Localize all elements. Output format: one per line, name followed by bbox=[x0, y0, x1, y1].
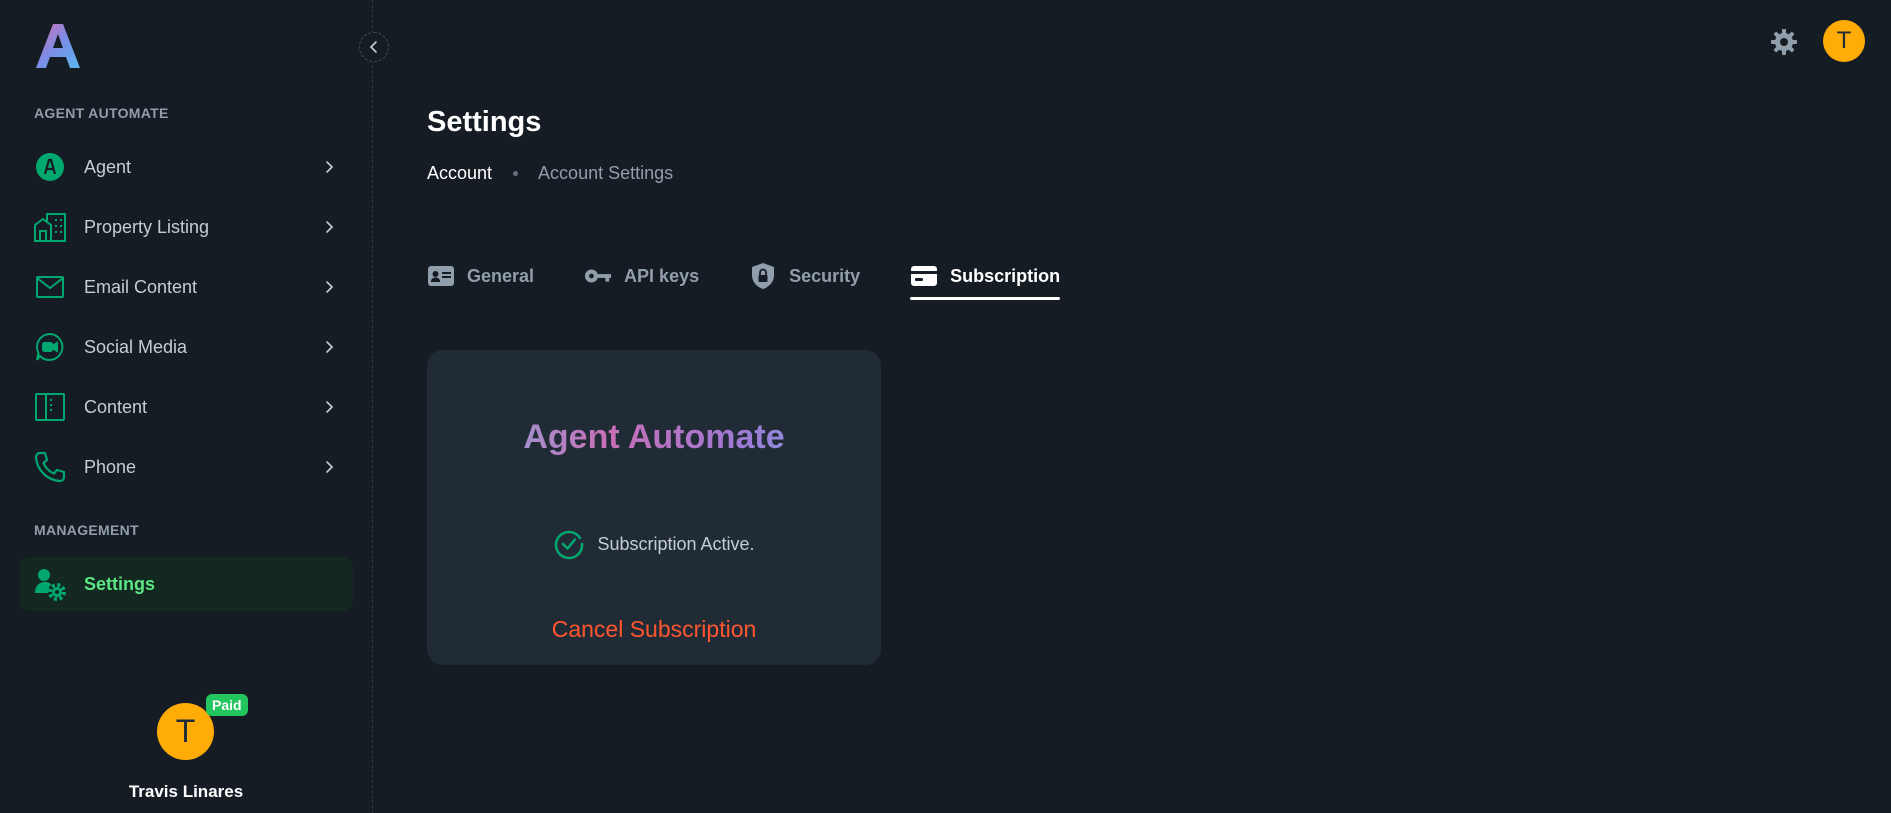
chevron-right-icon bbox=[319, 277, 339, 297]
sidebar-item-phone[interactable]: Phone bbox=[20, 440, 353, 494]
settings-gear-icon[interactable] bbox=[1770, 28, 1798, 56]
key-icon bbox=[584, 262, 612, 290]
tab-api-keys[interactable]: API keys bbox=[584, 252, 699, 300]
video-chat-icon bbox=[32, 329, 68, 365]
book-icon bbox=[32, 389, 68, 425]
subscription-card: Agent Automate Subscription Active. Canc… bbox=[427, 350, 881, 665]
shield-lock-icon bbox=[749, 262, 777, 290]
agent-badge-icon bbox=[32, 149, 68, 185]
section-label-management: MANAGEMENT bbox=[34, 522, 139, 538]
sidebar-item-label: Email Content bbox=[84, 276, 198, 297]
chevron-right-icon bbox=[319, 337, 339, 357]
collapse-sidebar-button[interactable] bbox=[359, 32, 389, 62]
credit-card-icon bbox=[910, 262, 938, 290]
sidebar-item-label: Content bbox=[84, 396, 148, 417]
breadcrumb-current: Account Settings bbox=[538, 163, 674, 183]
chevron-right-icon bbox=[319, 457, 339, 477]
tab-label: General bbox=[467, 265, 535, 286]
chevron-left-icon bbox=[369, 41, 377, 53]
sidebar-item-social-media[interactable]: Social Media bbox=[20, 320, 353, 374]
chevron-right-icon bbox=[319, 397, 339, 417]
breadcrumb-separator bbox=[513, 171, 519, 176]
sidebar-item-label: Social Media bbox=[84, 336, 188, 357]
sidebar-item-property-listing[interactable]: Property Listing bbox=[20, 200, 353, 254]
chevron-right-icon bbox=[319, 217, 339, 237]
header-avatar[interactable]: T bbox=[1823, 20, 1865, 62]
sidebar-item-label: Property Listing bbox=[84, 216, 210, 237]
tab-security[interactable]: Security bbox=[749, 252, 860, 300]
breadcrumb: Account Account Settings bbox=[427, 163, 673, 184]
sidebar-item-label: Settings bbox=[84, 573, 156, 594]
sidebar-item-agent[interactable]: Agent bbox=[20, 140, 353, 194]
phone-icon bbox=[32, 449, 68, 485]
status-text: Subscription Active. bbox=[597, 533, 755, 554]
sidebar-item-email-content[interactable]: Email Content bbox=[20, 260, 353, 314]
id-card-icon bbox=[427, 262, 455, 290]
breadcrumb-account-link[interactable]: Account bbox=[427, 163, 492, 184]
sidebar-item-content[interactable]: Content bbox=[20, 380, 353, 434]
subscription-status: Subscription Active. bbox=[427, 528, 881, 560]
tab-label: API keys bbox=[624, 265, 700, 286]
plan-badge: Paid bbox=[206, 694, 248, 716]
tab-label: Security bbox=[789, 265, 861, 286]
page-title: Settings bbox=[427, 106, 542, 138]
user-name: Travis Linares bbox=[128, 782, 244, 801]
sidebar-item-label: Agent bbox=[84, 156, 132, 177]
sidebar: AGENT AUTOMATE Agent Property Listing Em… bbox=[0, 0, 389, 813]
mail-icon bbox=[32, 269, 68, 305]
section-label-agent-automate: AGENT AUTOMATE bbox=[34, 105, 169, 121]
tab-subscription[interactable]: Subscription bbox=[910, 252, 1061, 300]
cancel-subscription-button[interactable]: Cancel Subscription bbox=[427, 616, 881, 643]
user-gear-icon bbox=[32, 566, 68, 602]
chevron-right-icon bbox=[319, 157, 339, 177]
app-logo[interactable] bbox=[34, 20, 82, 72]
check-circle-icon bbox=[555, 530, 584, 560]
sidebar-item-settings[interactable]: Settings bbox=[20, 557, 353, 611]
sidebar-item-label: Phone bbox=[84, 456, 137, 477]
tab-label: Subscription bbox=[950, 265, 1061, 286]
building-icon bbox=[32, 209, 68, 245]
settings-tabs: General API keys Security Subscription bbox=[427, 252, 1110, 300]
tab-general[interactable]: General bbox=[427, 252, 534, 300]
brand-title: Agent Automate bbox=[427, 418, 881, 457]
